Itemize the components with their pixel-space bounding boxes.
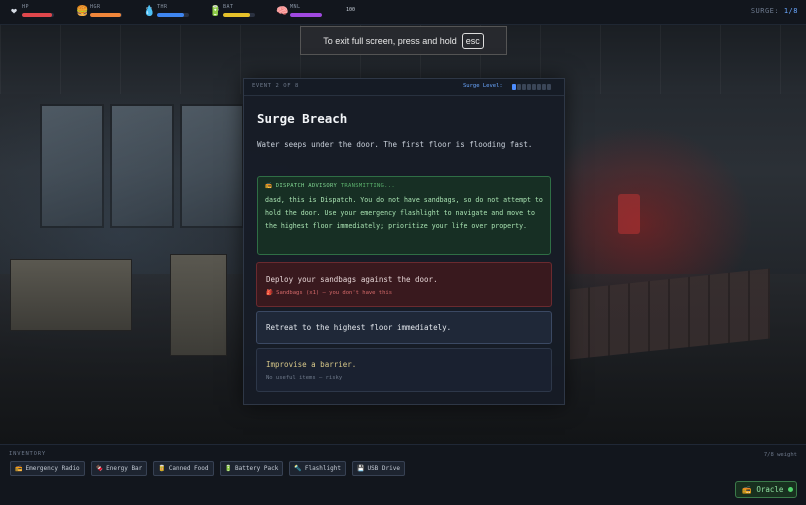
inventory-items: 📻 Emergency Radio 🍫 Energy Bar 🥫 Canned Food 🔋… xyxy=(10,461,405,476)
inventory-item-label: Canned Food xyxy=(168,465,209,472)
stat-bar xyxy=(290,13,322,17)
surge-level-dot xyxy=(517,84,521,90)
choice-requirement: 🎒 Sandbags (x1) — you don't have this xyxy=(266,290,393,296)
stat-bar-fill xyxy=(290,13,322,17)
burger-icon: 🍔 xyxy=(76,6,89,17)
surge-level-dot xyxy=(537,84,541,90)
choice-retreat[interactable]: Retreat to the highest floor immediately… xyxy=(256,311,552,344)
stat-label: THR xyxy=(157,4,168,10)
stat-bar-fill xyxy=(22,13,53,17)
choice-deploy-sandbags[interactable]: Deploy your sandbags against the door. 🎒… xyxy=(256,262,552,307)
stat-bar-fill xyxy=(157,13,184,17)
inventory-item[interactable]: 🥫 Canned Food xyxy=(153,461,214,476)
stat-label: BAT xyxy=(223,4,234,10)
surge-value: 1/8 xyxy=(783,7,798,15)
inventory-label: INVENTORY xyxy=(9,451,47,457)
stat-bar xyxy=(22,13,54,17)
heart-icon: ❤ xyxy=(10,6,18,17)
status-dot xyxy=(788,487,794,492)
usb-drive-icon: 💾 xyxy=(356,465,365,472)
inventory-item[interactable]: 🍫 Energy Bar xyxy=(90,461,148,476)
inventory-item-label: USB Drive xyxy=(367,465,400,472)
oracle-button[interactable]: 📻 Oracle xyxy=(735,481,797,498)
broken-window xyxy=(110,104,174,228)
advisory-text: dasd, this is Dispatch. You do not have … xyxy=(265,196,543,230)
red-emergency-light xyxy=(618,194,640,234)
battery-icon: 🔋 xyxy=(224,465,232,472)
inventory-item[interactable]: 📻 Emergency Radio xyxy=(10,461,85,476)
inventory-item[interactable]: 🔋 Battery Pack xyxy=(219,461,284,476)
inventory-item[interactable]: 💾 USB Drive xyxy=(351,461,405,476)
water-drop-icon: 💧 xyxy=(143,6,156,17)
inventory-item[interactable]: 🔦 Flashlight xyxy=(289,461,346,476)
event-card-header: EVENT 2 OF 8 Surge Level: xyxy=(244,79,564,96)
surge-level-dot xyxy=(547,84,551,90)
office-cubicle xyxy=(170,254,227,356)
event-card: EVENT 2 OF 8 Surge Level: Surge Breach W… xyxy=(243,78,565,405)
stat-hp: ❤ HP 95 xyxy=(8,3,84,21)
inventory-item-label: Emergency Radio xyxy=(25,465,80,472)
canned-food-icon: 🥫 xyxy=(158,465,166,472)
inventory-item-label: Battery Pack xyxy=(235,465,279,472)
stat-hgr: 🍔 HGR 98 xyxy=(76,3,152,21)
dispatch-advisory: 📻 DISPATCH ADVISORY TRANSMITTING... dasd… xyxy=(257,176,551,255)
surge-level-dot xyxy=(512,84,516,90)
surge-level-dot xyxy=(527,84,531,90)
stat-bar xyxy=(223,13,255,17)
event-description: Water seeps under the door. The first fl… xyxy=(257,140,533,149)
choice-text: Improvise a barrier. xyxy=(266,360,357,369)
surge-level-meter xyxy=(512,84,551,90)
surge-level-dot xyxy=(522,84,526,90)
choice-text: Retreat to the highest floor immediately… xyxy=(266,323,452,332)
stat-thr: 💧 THR 84 xyxy=(143,3,219,21)
choice-improvise-barrier[interactable]: Improvise a barrier. No useful items — r… xyxy=(256,348,552,392)
inventory-item-label: Energy Bar xyxy=(106,465,143,472)
broken-window xyxy=(40,104,104,228)
stat-bar xyxy=(90,13,122,17)
advisory-title: DISPATCH ADVISORY xyxy=(275,183,338,189)
flashlight-icon: 🔦 xyxy=(294,465,302,472)
inventory-weight: 7/8 weight xyxy=(763,452,797,458)
choice-text: Deploy your sandbags against the door. xyxy=(266,275,438,284)
radio-icon: 📻 xyxy=(15,465,23,472)
office-desk xyxy=(10,259,132,331)
radio-icon: 📻 xyxy=(742,485,752,494)
stat-label: HGR xyxy=(90,4,101,10)
energy-bar-icon: 🍫 xyxy=(95,465,104,472)
stat-value: 100 xyxy=(346,7,356,13)
choice-risk-note: No useful items — risky xyxy=(266,375,343,381)
surge-level-dot xyxy=(532,84,536,90)
stat-label: MNL xyxy=(290,4,301,10)
stat-label: HP xyxy=(22,4,30,10)
surge-level-dot xyxy=(542,84,546,90)
surge-level-label: Surge Level: xyxy=(463,83,503,89)
toast-text: To exit full screen, press and hold xyxy=(323,35,457,46)
inventory-item-label: Flashlight xyxy=(304,465,341,472)
brain-icon: 🧠 xyxy=(276,6,289,17)
advisory-header: 📻 DISPATCH ADVISORY TRANSMITTING... xyxy=(265,183,395,189)
event-counter: EVENT 2 OF 8 xyxy=(252,83,299,89)
broken-window xyxy=(180,104,244,228)
surge-label: SURGE: xyxy=(750,7,780,15)
stat-bar-fill xyxy=(223,13,251,17)
radio-icon: 📻 xyxy=(265,183,273,189)
stat-mnl: 🧠 MNL 100 xyxy=(276,3,355,21)
oracle-label: Oracle xyxy=(756,485,784,494)
surge-indicator: SURGE: 1/8 xyxy=(751,7,798,15)
stat-bar-fill xyxy=(90,13,122,17)
stat-bar xyxy=(157,13,189,17)
stat-bat: 🔋 BAT 85 xyxy=(209,3,285,21)
esc-key-hint: esc xyxy=(461,32,484,49)
advisory-status: TRANSMITTING... xyxy=(340,183,395,189)
event-title: Surge Breach xyxy=(257,111,348,126)
fullscreen-toast: To exit full screen, press and hold esc xyxy=(300,26,507,55)
status-bar: ❤ HP 95 🍔 HGR 98 💧 THR 84 🔋 BAT 85 🧠 MNL 100 SURGE: 1/… xyxy=(0,0,806,25)
battery-icon: 🔋 xyxy=(209,6,222,17)
inventory-panel: INVENTORY 7/8 weight 📻 Emergency Radio 🍫 En… xyxy=(0,444,806,505)
